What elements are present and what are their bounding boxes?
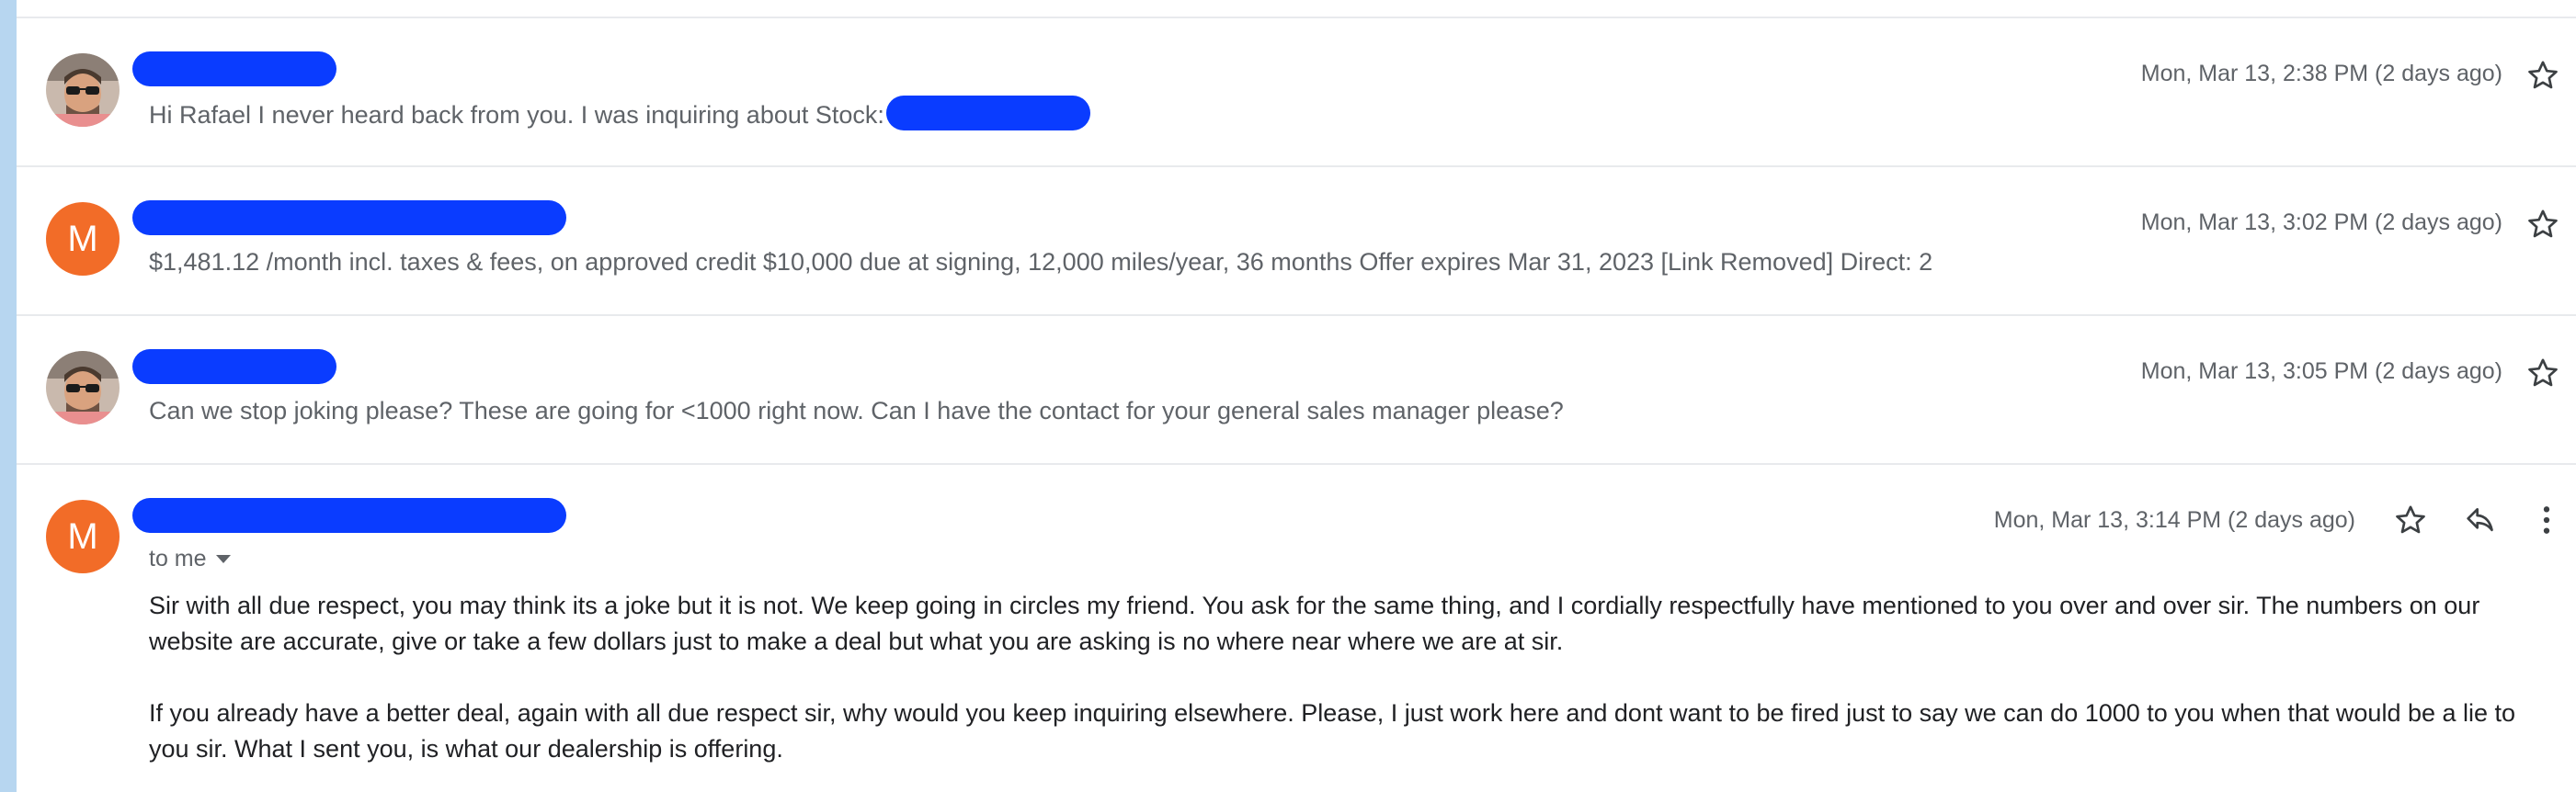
message-snippet: $1,481.12 /month incl. taxes & fees, on … bbox=[149, 248, 1933, 276]
collapsed-message[interactable]: Can we stop joking please? These are goi… bbox=[17, 316, 2576, 465]
sender-name-redacted bbox=[132, 51, 336, 86]
message-date: Mon, Mar 13, 3:05 PM (2 days ago) bbox=[2140, 358, 2502, 384]
body-paragraph: If you already have a better deal, again… bbox=[149, 699, 2516, 763]
expanded-message: M to me Mon, Mar 13, 3:14 PM (2 days ago… bbox=[17, 465, 2576, 792]
star-icon[interactable] bbox=[2392, 502, 2429, 538]
star-icon[interactable] bbox=[2525, 355, 2561, 391]
message-date: Mon, Mar 13, 3:14 PM (2 days ago) bbox=[1993, 507, 2355, 533]
message-date: Mon, Mar 13, 2:38 PM (2 days ago) bbox=[2140, 61, 2502, 86]
collapsed-message[interactable]: Hi Rafael I never heard back from you. I… bbox=[17, 18, 2576, 167]
email-thread: Hi Rafael I never heard back from you. I… bbox=[17, 0, 2576, 792]
message-snippet: Can we stop joking please? These are goi… bbox=[149, 397, 1564, 424]
more-vert-icon[interactable] bbox=[2528, 502, 2565, 538]
collapsed-message[interactable]: M $1,481.12 /month incl. taxes & fees, o… bbox=[17, 167, 2576, 316]
reply-icon[interactable] bbox=[2462, 502, 2499, 538]
redacted-stock-number bbox=[885, 96, 1090, 130]
message-date: Mon, Mar 13, 3:02 PM (2 days ago) bbox=[2140, 209, 2502, 235]
to-label: to me bbox=[149, 546, 207, 571]
star-icon[interactable] bbox=[2525, 206, 2561, 243]
recipient-details-toggle[interactable]: to me bbox=[149, 546, 231, 572]
body-paragraph: Sir with all due respect, you may think … bbox=[149, 592, 2480, 655]
snippet-text: Hi Rafael I never heard back from you. I… bbox=[149, 101, 884, 130]
message-snippet: Hi Rafael I never heard back from you. I… bbox=[149, 96, 1090, 134]
sender-name-redacted bbox=[132, 200, 566, 235]
avatar: M bbox=[46, 202, 120, 276]
sender-name-redacted bbox=[132, 498, 566, 533]
avatar bbox=[46, 53, 120, 127]
avatar bbox=[46, 351, 120, 424]
caret-down-icon[interactable] bbox=[215, 555, 231, 563]
left-edge-bar bbox=[0, 0, 17, 792]
avatar: M bbox=[46, 500, 120, 573]
sender-name-redacted bbox=[132, 349, 336, 384]
star-icon[interactable] bbox=[2525, 57, 2561, 94]
message-body: Sir with all due respect, you may think … bbox=[149, 588, 2558, 792]
